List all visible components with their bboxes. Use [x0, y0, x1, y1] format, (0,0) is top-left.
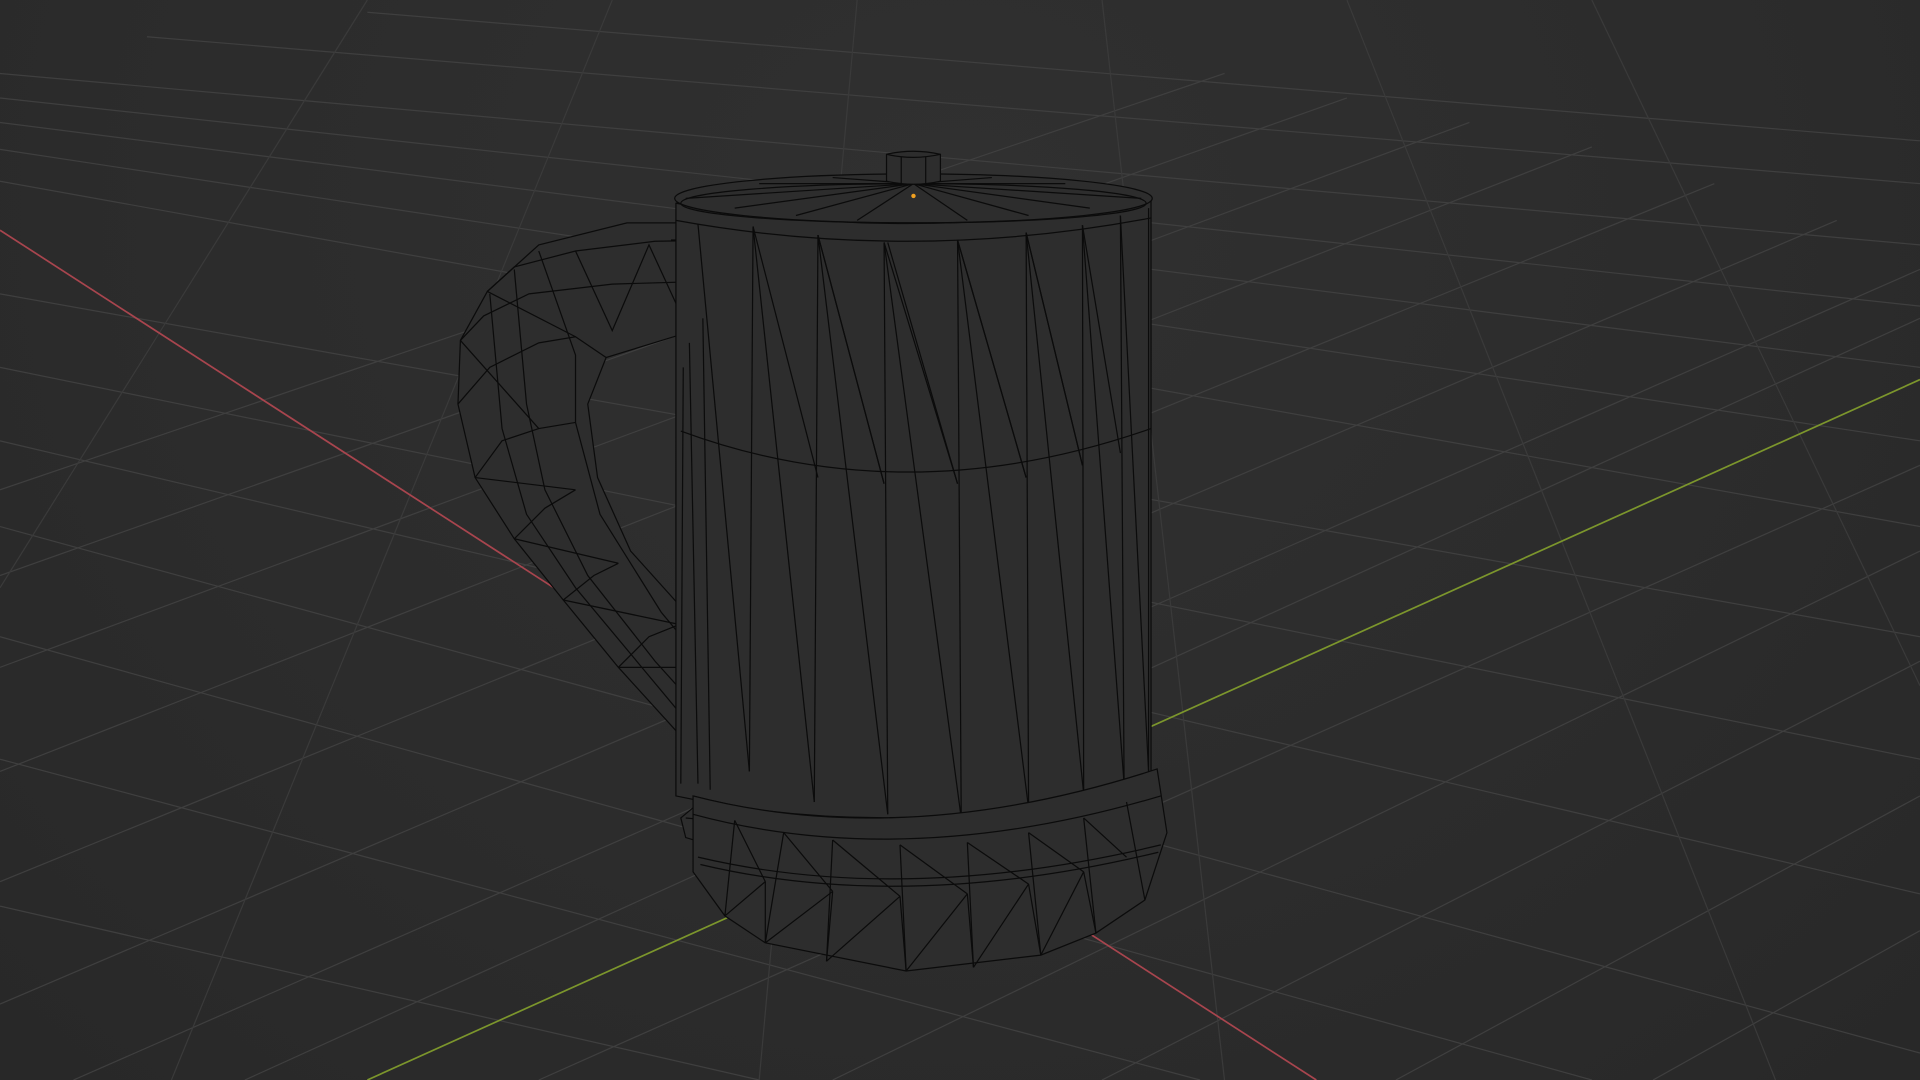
mug-lid-knob[interactable] — [885, 150, 942, 185]
mug-body[interactable] — [675, 185, 1152, 821]
3d-viewport[interactable] — [0, 0, 1920, 1080]
object-origin-point — [911, 193, 916, 199]
viewport-scene[interactable] — [0, 0, 1920, 1080]
mug-mesh[interactable] — [457, 150, 1168, 972]
